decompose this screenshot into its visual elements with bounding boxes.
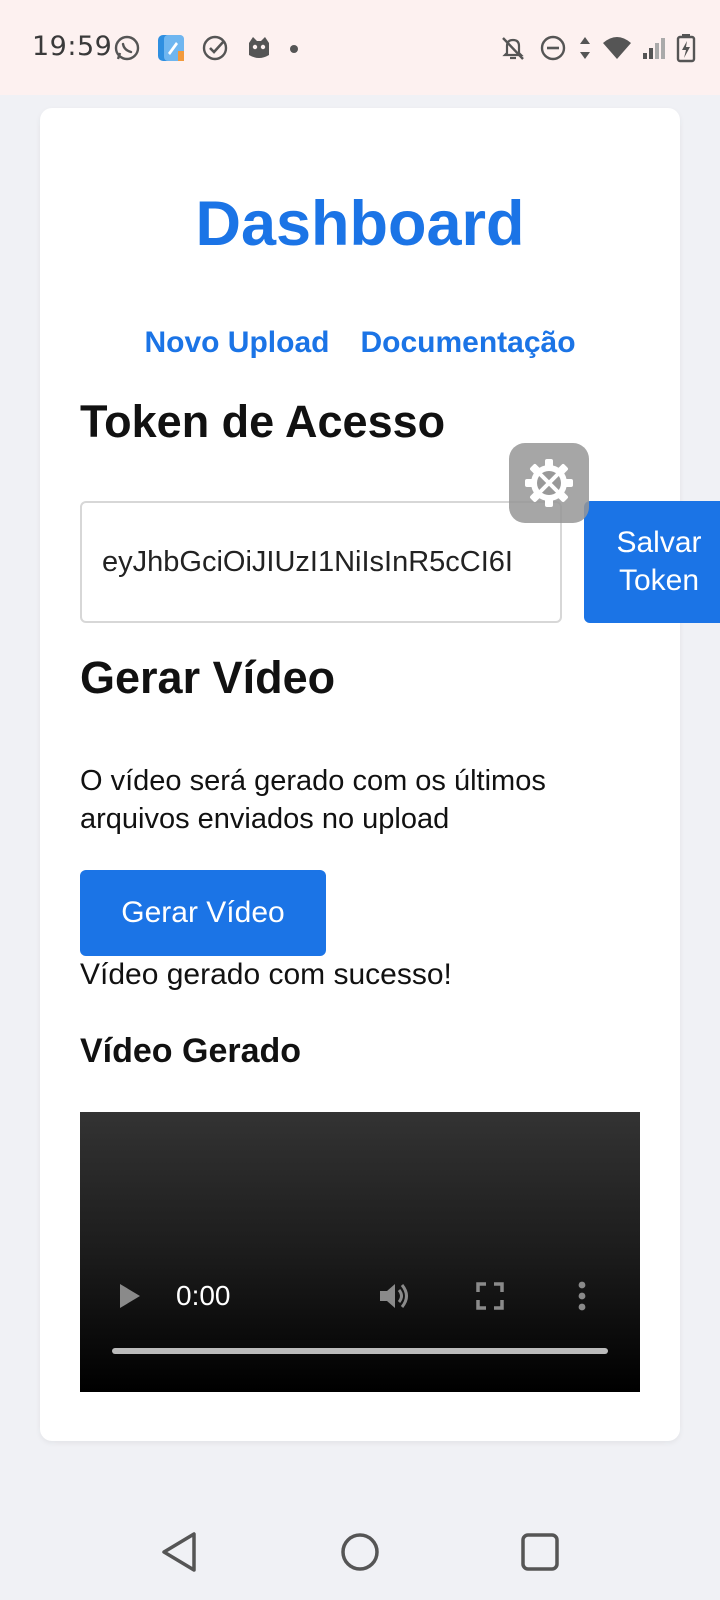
- fullscreen-icon[interactable]: [470, 1276, 510, 1316]
- cellular-signal-icon: [642, 33, 666, 63]
- do-not-disturb-icon: [538, 33, 568, 63]
- dashboard-card: Dashboard Novo Upload Documentação Token…: [40, 108, 720, 1441]
- video-section-heading: Gerar Vídeo: [80, 652, 336, 703]
- save-token-button[interactable]: Salvar Token: [584, 501, 720, 623]
- nav-links: Novo Upload Documentação: [40, 326, 680, 360]
- whatsapp-icon: [112, 33, 142, 63]
- generate-video-button[interactable]: Gerar Vídeo: [80, 870, 326, 956]
- video-player[interactable]: 0:00: [80, 1112, 640, 1392]
- more-options-icon[interactable]: [566, 1276, 598, 1316]
- video-time: 0:00: [176, 1280, 231, 1311]
- check-circle-icon: [200, 33, 230, 63]
- mascot-app-icon: [244, 33, 274, 63]
- notes-app-icon: [156, 33, 186, 63]
- volume-icon[interactable]: [374, 1276, 414, 1316]
- data-arrows-icon: [578, 33, 592, 63]
- status-icons-right: [498, 30, 696, 66]
- settings-tools-icon: [523, 457, 575, 509]
- dot-icon: [288, 33, 300, 63]
- wifi-icon: [602, 33, 632, 63]
- page-title: Dashboard: [195, 189, 525, 259]
- home-icon[interactable]: [336, 1528, 384, 1576]
- token-section-heading: Token de Acesso: [80, 396, 446, 447]
- generated-video-heading: Vídeo Gerado: [80, 1032, 302, 1070]
- success-message: Vídeo gerado com sucesso!: [80, 958, 452, 991]
- recents-icon[interactable]: [516, 1528, 564, 1576]
- status-time: 19:59: [32, 31, 113, 62]
- video-description: O vídeo será gerado com os últimos arqui…: [80, 765, 546, 835]
- notifications-off-icon: [498, 33, 528, 63]
- floating-tool-button[interactable]: [509, 443, 589, 523]
- play-icon[interactable]: [116, 1276, 144, 1316]
- video-progress-bar[interactable]: [112, 1348, 608, 1354]
- status-bar: 19:59: [0, 0, 720, 95]
- battery-charging-icon: [676, 33, 696, 63]
- back-icon[interactable]: [156, 1528, 204, 1576]
- token-input[interactable]: [80, 501, 562, 623]
- nav-link-documentation[interactable]: Documentação: [360, 326, 575, 360]
- status-icons-left: [112, 30, 300, 66]
- system-nav-bar: [0, 1488, 720, 1600]
- nav-link-new-upload[interactable]: Novo Upload: [144, 326, 329, 360]
